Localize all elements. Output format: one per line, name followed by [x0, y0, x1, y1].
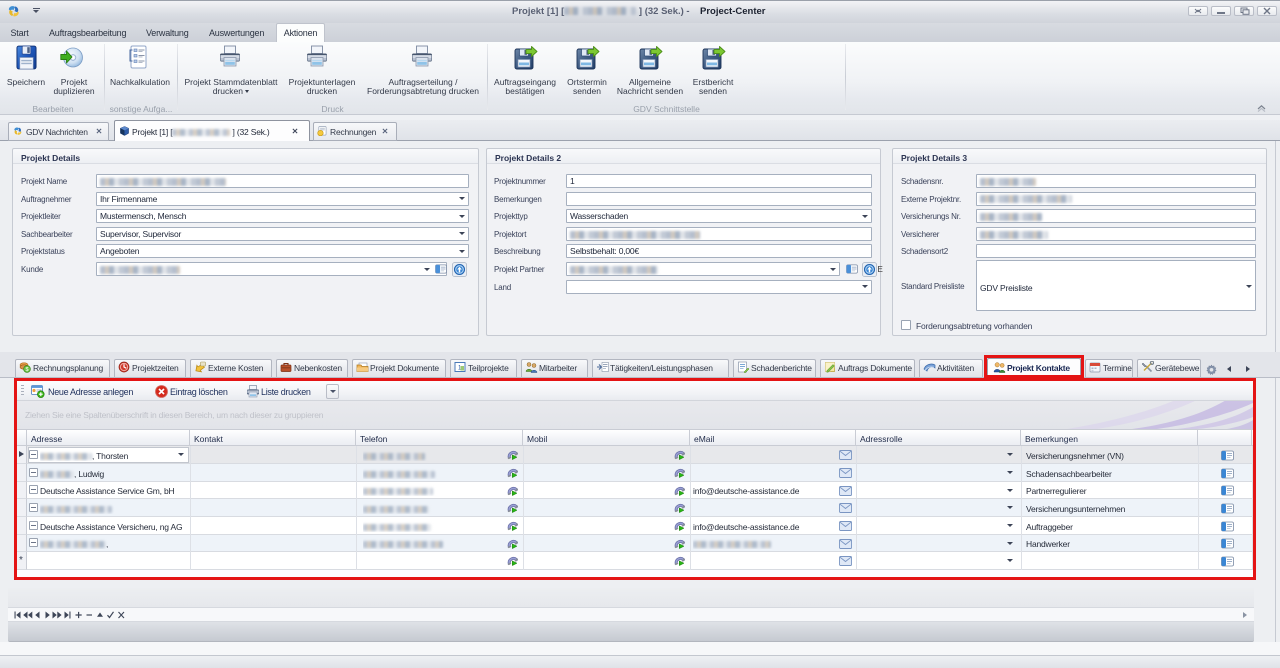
- svg-text:$: $: [25, 367, 28, 373]
